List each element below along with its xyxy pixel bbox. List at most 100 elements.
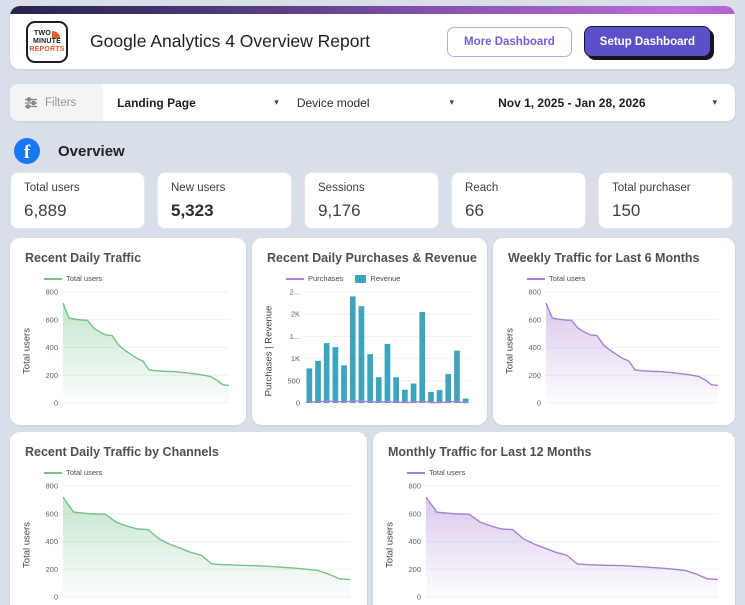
svg-text:200: 200	[408, 565, 421, 574]
section-title: Overview	[58, 142, 125, 160]
svg-text:800: 800	[45, 482, 58, 491]
legend-label: Purchases	[308, 274, 344, 283]
svg-text:800: 800	[45, 288, 58, 297]
landing-page-dropdown[interactable]: Landing Page ▾	[117, 84, 279, 121]
svg-text:0: 0	[537, 399, 541, 408]
chart-canvas-traffic-by-channels: 0 200 400 600 800	[45, 482, 351, 602]
chevron-down-icon: ▾	[449, 97, 455, 107]
chart-card-recent-daily-traffic: Recent Daily Traffic Total users Total u…	[10, 238, 246, 425]
legend-line-swatch	[44, 471, 62, 474]
svg-text:200: 200	[528, 371, 541, 380]
legend-item-total-users: Total users	[407, 468, 465, 477]
date-range-dropdown[interactable]: Nov 1, 2025 - Jan 28, 2026 ▾	[468, 84, 735, 121]
svg-text:400: 400	[45, 343, 58, 352]
legend-label: Total users	[549, 274, 586, 283]
chart-title: Recent Daily Traffic by Channels	[25, 445, 219, 459]
kpi-card-total-users: Total users 6,889	[10, 172, 145, 229]
legend-label: Total users	[66, 274, 103, 283]
page-title: Google Analytics 4 Overview Report	[90, 31, 371, 51]
svg-text:2K: 2K	[291, 310, 300, 319]
filters-label: Filters	[45, 96, 77, 109]
date-range-value: Nov 1, 2025 - Jan 28, 2026	[498, 95, 646, 110]
logo-line-minute: MINUTE	[32, 37, 62, 45]
kpi-card-new-users: New users 5,323	[157, 172, 292, 229]
svg-text:400: 400	[408, 537, 421, 546]
kpi-value: 6,889	[24, 201, 67, 220]
legend-item-revenue: Revenue	[355, 274, 400, 283]
y-axis-label: Purchases | Revenue	[263, 305, 274, 397]
legend-square-swatch	[355, 274, 367, 283]
chart-canvas-purchases-revenue: 0 500 1K 1... 2K 2...	[287, 288, 470, 408]
overview-section-header: f Overview	[14, 138, 125, 164]
kpi-value: 150	[612, 201, 641, 220]
svg-text:800: 800	[408, 482, 421, 491]
chart-title: Monthly Traffic for Last 12 Months	[388, 445, 592, 459]
svg-text:200: 200	[45, 371, 58, 380]
kpi-label: Sessions	[318, 182, 365, 194]
svg-text:600: 600	[528, 315, 541, 324]
kpi-label: Total users	[24, 182, 80, 194]
chart-legend: Total users	[44, 466, 357, 479]
svg-text:1...: 1...	[290, 332, 300, 341]
chart-legend: Purchases Revenue	[286, 272, 477, 285]
svg-text:600: 600	[45, 509, 58, 518]
kpi-label: New users	[171, 182, 226, 194]
chart-card-traffic-by-channels: Recent Daily Traffic by Channels Total u…	[10, 432, 367, 605]
y-axis-label: Total users	[384, 522, 395, 568]
chart-canvas-weekly-traffic: 0 200 400 600 800	[528, 288, 719, 408]
chart-canvas-monthly-traffic: 0 200 400 600 800	[408, 482, 719, 602]
chart-card-purchases-revenue: Recent Daily Purchases & Revenue Purchas…	[252, 238, 487, 425]
logo-line-reports: REPORTS	[29, 45, 65, 53]
chart-canvas-recent-daily-traffic: 0 200 400 600 800	[45, 288, 230, 408]
svg-text:0: 0	[54, 399, 58, 408]
chart-title: Recent Daily Traffic	[25, 251, 142, 265]
legend-label: Total users	[66, 468, 103, 477]
logo-wedge-icon	[51, 30, 60, 38]
svg-text:400: 400	[528, 343, 541, 352]
kpi-label: Total purchaser	[612, 182, 691, 194]
chart-legend: Total users	[44, 272, 236, 285]
device-model-dropdown[interactable]: Device model ▾	[297, 84, 454, 121]
chart-title: Weekly Traffic for Last 6 Months	[508, 251, 700, 265]
svg-text:2...: 2...	[290, 288, 300, 297]
svg-text:0: 0	[54, 593, 58, 602]
kpi-value: 9,176	[318, 201, 361, 220]
chart-card-weekly-traffic: Weekly Traffic for Last 6 Months Total u…	[493, 238, 735, 425]
series-revenue	[306, 296, 469, 403]
y-axis-label: Total users	[21, 328, 32, 374]
kpi-card-sessions: Sessions 9,176	[304, 172, 439, 229]
legend-item-total-users: Total users	[44, 468, 102, 477]
filters-toggle[interactable]: Filters	[10, 84, 104, 121]
chart-title: Recent Daily Purchases & Revenue	[267, 251, 477, 265]
chart-legend: Total users	[527, 272, 725, 285]
setup-dashboard-button[interactable]: Setup Dashboard	[583, 26, 711, 57]
chart-card-monthly-traffic: Monthly Traffic for Last 12 Months Total…	[373, 432, 735, 605]
kpi-value: 66	[465, 201, 484, 220]
logo-line-two: TWO	[34, 29, 51, 37]
landing-page-value: Landing Page	[117, 95, 196, 110]
legend-label: Revenue	[370, 274, 401, 283]
svg-text:500: 500	[287, 376, 300, 385]
chevron-down-icon: ▾	[274, 97, 279, 107]
chevron-down-icon: ▾	[712, 97, 717, 107]
two-minute-reports-logo: TWO MINUTE REPORTS	[26, 20, 68, 63]
svg-text:600: 600	[408, 509, 421, 518]
chart-legend: Total users	[407, 466, 725, 479]
header-card: TWO MINUTE REPORTS Google Analytics 4 Ov…	[10, 6, 735, 69]
legend-item-total-users: Total users	[527, 274, 585, 283]
kpi-value: 5,323	[171, 201, 214, 220]
more-dashboard-button[interactable]: More Dashboard	[447, 26, 572, 57]
legend-line-swatch	[407, 471, 425, 474]
legend-item-purchases: Purchases	[286, 274, 343, 283]
svg-text:1K: 1K	[291, 354, 300, 363]
y-axis-label: Total users	[504, 328, 515, 374]
svg-text:400: 400	[45, 537, 58, 546]
svg-text:800: 800	[528, 288, 541, 297]
header-gradient-bar	[10, 6, 735, 14]
kpi-card-reach: Reach 66	[451, 172, 586, 229]
y-axis-label: Total users	[21, 522, 32, 568]
device-model-value: Device model	[296, 95, 370, 110]
svg-text:0: 0	[417, 593, 421, 602]
legend-line-swatch	[286, 277, 304, 280]
legend-item-total-users: Total users	[44, 274, 102, 283]
